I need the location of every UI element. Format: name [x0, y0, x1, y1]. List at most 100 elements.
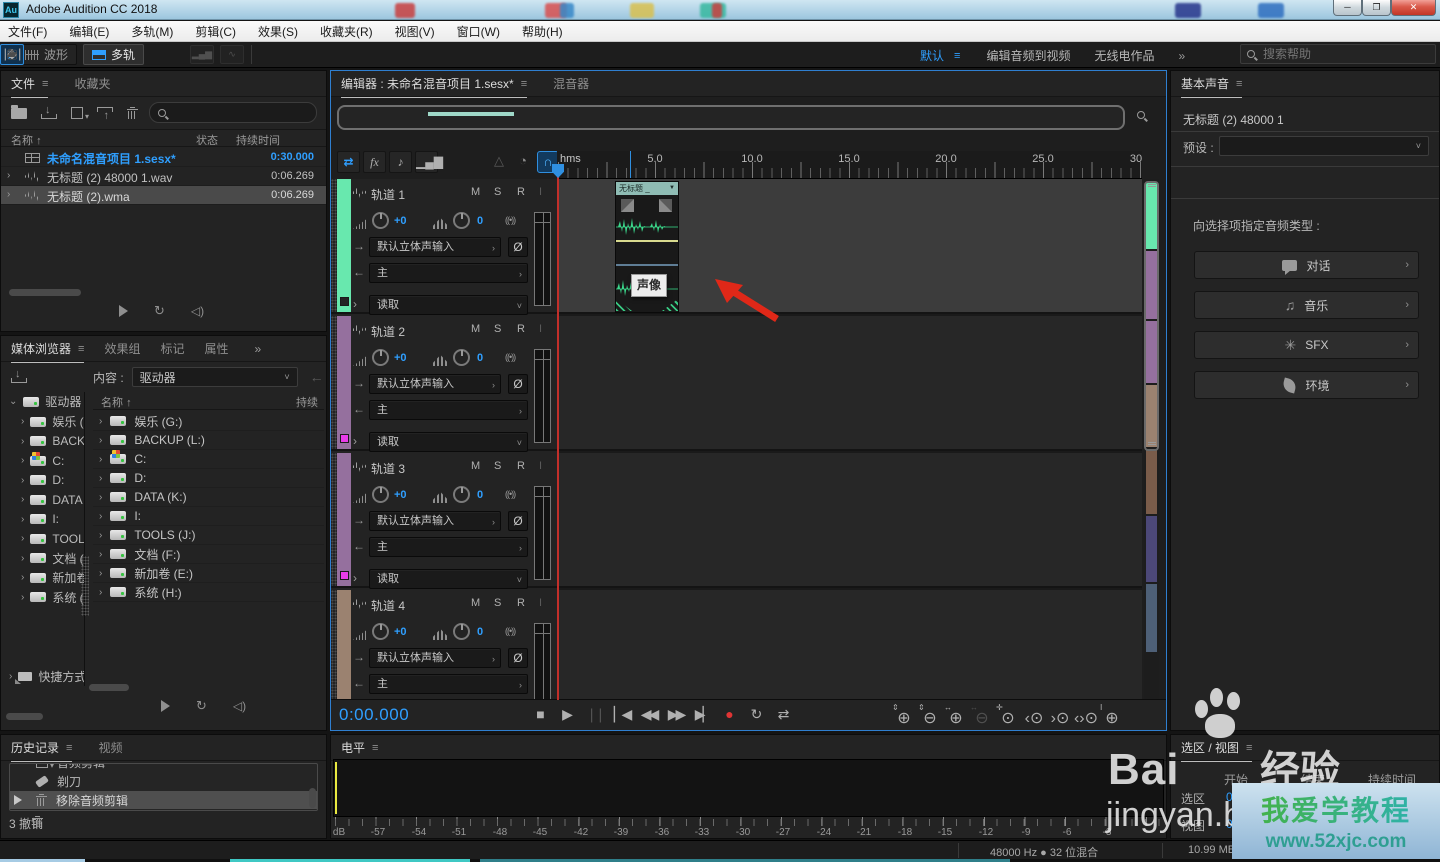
monitor-icon[interactable]: ((•))	[505, 215, 515, 225]
history-item-current[interactable]: 移除音频剪辑	[10, 791, 317, 809]
panel-menu-icon[interactable]: ≡	[372, 742, 378, 754]
pan-knob[interactable]	[453, 349, 470, 366]
timeline-area[interactable]: 无标题 _ ▼ 声像	[557, 179, 1142, 701]
history-scrollbar[interactable]	[309, 788, 316, 808]
timeline-ruler[interactable]: hms 5.010.015.020.025.030	[557, 151, 1142, 179]
tool-button[interactable]: ▰	[0, 44, 24, 65]
mute-button[interactable]: M	[471, 186, 480, 198]
preview-autoplay-icon[interactable]: ◁)	[191, 304, 204, 318]
transport-button[interactable]: ⇄	[770, 706, 797, 723]
workspace-overflow-icon[interactable]: »	[1178, 49, 1185, 63]
tab-video[interactable]: 视频	[98, 739, 122, 756]
tree-drive-item[interactable]: › C:	[1, 451, 85, 470]
track-name[interactable]: 轨道 3	[371, 460, 405, 477]
zoom-button[interactable]: Ⅰ⊕	[1099, 708, 1125, 728]
menu-item[interactable]: 视图(V)	[395, 23, 435, 40]
tab-selection-view[interactable]: 选区 / 视图≡	[1181, 739, 1252, 756]
input-selector[interactable]: 默认立体声输入›	[369, 374, 501, 394]
audio-type-button[interactable]: 对话 ›	[1194, 251, 1419, 279]
history-item[interactable]: 剃刀	[10, 772, 317, 790]
spectral-frequency-button[interactable]: ▂▄▆	[190, 45, 214, 64]
open-file-icon[interactable]	[11, 108, 27, 119]
tree-drive-item[interactable]: › 系统 (H:)	[1, 588, 85, 607]
automation-mode-selector[interactable]: 读取˅	[369, 432, 528, 452]
panel-overflow-icon[interactable]: »	[254, 342, 261, 356]
monitor-input-button[interactable]: I	[539, 597, 542, 609]
audio-type-button[interactable]: ✳ SFX ›	[1194, 331, 1419, 359]
media-column-headers[interactable]: 名称 ↑ 持续	[93, 392, 324, 410]
volume-knob[interactable]	[372, 349, 389, 366]
volume-knob[interactable]	[372, 623, 389, 640]
solo-button[interactable]: S	[494, 323, 501, 335]
transport-button[interactable]: ❘❘	[581, 706, 608, 723]
drive-row[interactable]: › 系统 (H:)	[93, 583, 324, 602]
zoom-button[interactable]: ‹⊙	[1021, 708, 1047, 728]
solo-button[interactable]: S	[494, 186, 501, 198]
drive-row[interactable]: › I:	[93, 507, 324, 526]
spectral-pitch-button[interactable]: ∿	[220, 45, 244, 64]
media-list-scrollbar[interactable]	[89, 684, 129, 691]
content-dropdown[interactable]: 驱动器˅	[132, 367, 298, 387]
tab-effects-rack[interactable]: 效果组	[104, 340, 140, 357]
automation-mode-selector[interactable]: 读取˅	[369, 569, 528, 589]
monitor-icon[interactable]: ((•))	[505, 352, 515, 362]
track-name[interactable]: 轨道 1	[371, 186, 405, 203]
menu-item[interactable]: 编辑(E)	[69, 23, 109, 40]
preset-dropdown[interactable]: ˅	[1219, 136, 1429, 156]
workspace-menu-icon[interactable]: ≡	[954, 50, 960, 62]
volume-value[interactable]: +0	[394, 489, 407, 501]
tab-editor[interactable]: 编辑器 : 未命名混音项目 1.sesx*≡	[341, 75, 527, 92]
tab-markers[interactable]: 标记	[160, 340, 184, 357]
pan-knob[interactable]	[453, 623, 470, 640]
workspace-tab-edit-audio-video[interactable]: 编辑音频到视频	[986, 47, 1070, 64]
tab-mixer[interactable]: 混音器	[553, 75, 589, 92]
track-header[interactable]: 轨道 4 M S R I +0 0 ((•)) →	[331, 590, 557, 701]
transport-button[interactable]: ■	[527, 706, 554, 723]
panel-menu-icon[interactable]: ≡	[78, 343, 84, 355]
files-search-box[interactable]	[149, 102, 317, 123]
expand-icon[interactable]: ›	[7, 189, 10, 200]
mute-button[interactable]: M	[471, 460, 480, 472]
panel-menu-icon[interactable]: ≡	[42, 78, 48, 90]
tree-drive-item[interactable]: › 文档 (F:)	[1, 549, 85, 568]
overview-scroll-thumb[interactable]	[1144, 181, 1159, 451]
output-selector[interactable]: 主›	[369, 537, 528, 557]
back-icon[interactable]: ←	[310, 369, 324, 385]
monitor-icon[interactable]: ((•))	[505, 626, 515, 636]
tree-drive-item[interactable]: › I:	[1, 510, 85, 529]
insert-into-multitrack-icon[interactable]	[97, 107, 113, 119]
pan-knob[interactable]	[453, 486, 470, 503]
zoom-button[interactable]: ✛⊙	[995, 708, 1021, 728]
zoom-button[interactable]: ↔⊕	[943, 708, 969, 728]
arm-record-button[interactable]: R	[517, 186, 525, 198]
menu-item[interactable]: 帮助(H)	[522, 23, 563, 40]
drive-row[interactable]: › 文档 (F:)	[93, 545, 324, 564]
waveform-view-button[interactable]: 波形	[16, 44, 77, 65]
help-search-input[interactable]	[1261, 46, 1411, 62]
tree-drive-item[interactable]: › DATA (K:)	[1, 490, 85, 509]
metronome-icon[interactable]: △	[488, 151, 510, 173]
clear-history-icon[interactable]	[32, 816, 43, 828]
history-item[interactable]: 音频剪辑	[10, 763, 317, 771]
tree-drive-item[interactable]: › 娱乐 (G:)	[1, 412, 85, 431]
preview-loop-icon[interactable]: ↻	[154, 303, 165, 319]
automation-expand-icon[interactable]: ›	[353, 297, 357, 311]
zoom-button[interactable]: ↔⊖	[969, 708, 995, 728]
minimize-button[interactable]: ─	[1333, 0, 1362, 16]
input-selector[interactable]: 默认立体声输入›	[369, 511, 501, 531]
monitor-icon[interactable]: ((•))	[505, 489, 515, 499]
tree-drive-item[interactable]: › 新加卷 (E:)	[1, 568, 85, 587]
transport-button[interactable]: ◀◀	[635, 706, 662, 723]
tree-drive-item[interactable]: › D:	[1, 471, 85, 490]
file-row[interactable]: › 无标题 (2) 48000 1.wav 0:06.269	[1, 167, 326, 186]
zoom-button[interactable]: ›⊙	[1047, 708, 1073, 728]
tree-splitter[interactable]	[81, 556, 89, 616]
automation-expand-icon[interactable]: ›	[353, 571, 357, 585]
multitrack-view-button[interactable]: 多轨	[83, 44, 144, 65]
tree-root-drives[interactable]: ⌄ 驱动器	[1, 392, 85, 411]
output-selector[interactable]: 主›	[369, 674, 528, 694]
import-media-icon[interactable]	[11, 371, 27, 383]
monitor-input-button[interactable]: I	[539, 460, 542, 472]
track-overview-scrollbar[interactable]	[1144, 179, 1159, 701]
volume-value[interactable]: +0	[394, 352, 407, 364]
